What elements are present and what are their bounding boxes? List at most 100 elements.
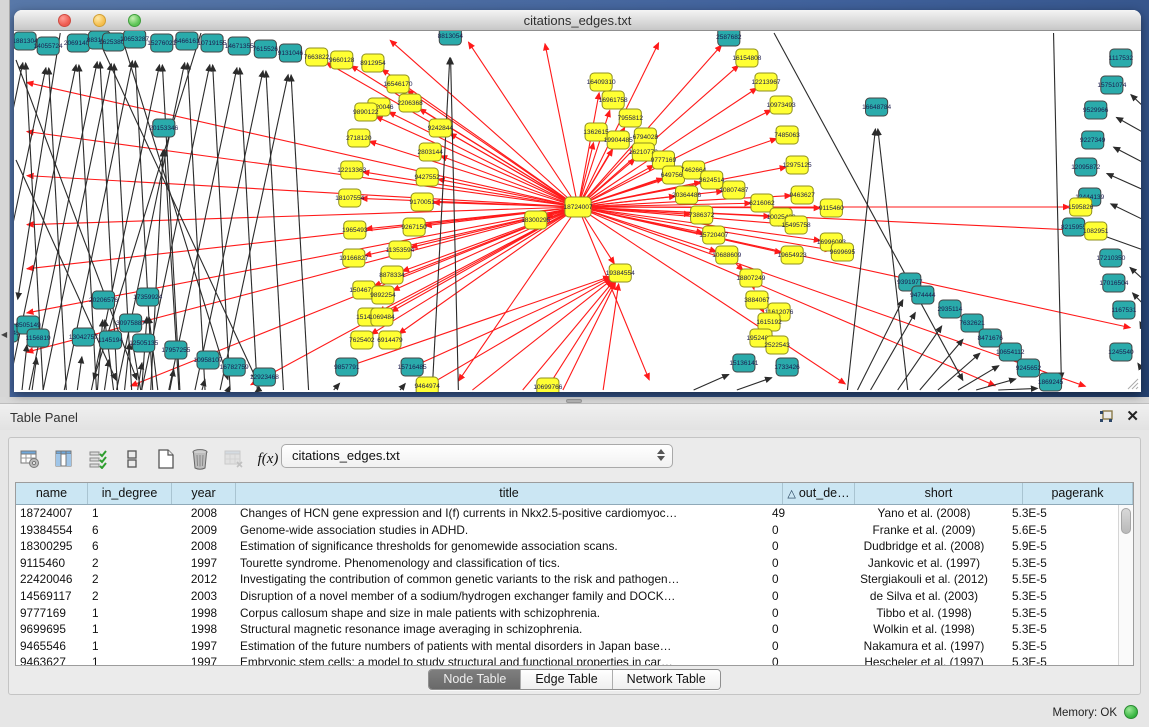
column-header-out_de[interactable]: △out_de… <box>783 483 855 504</box>
network-node[interactable]: 18724007 <box>564 197 593 217</box>
network-node[interactable]: 16961758 <box>599 91 628 109</box>
network-node[interactable]: 8912954 <box>360 54 386 72</box>
rows-icon[interactable] <box>121 448 143 470</box>
network-node[interactable]: 20206576 <box>89 291 118 309</box>
network-canvas[interactable]: 1881304140557242069140688310461625380410… <box>14 31 1141 392</box>
network-node[interactable]: 15136141 <box>729 354 758 372</box>
network-node[interactable]: 9699695 <box>830 243 856 261</box>
show-columns-icon[interactable] <box>53 448 75 470</box>
table-row[interactable]: 946362711997Embryonic stem cells: a mode… <box>16 654 1118 665</box>
resize-grip-icon[interactable] <box>1125 376 1139 390</box>
network-node[interactable]: 2935114 <box>938 300 963 318</box>
network-node[interactable]: 1082951 <box>1083 222 1109 240</box>
network-node[interactable]: 9529966 <box>1083 101 1109 119</box>
tab-edge-table[interactable]: Edge Table <box>521 670 612 689</box>
memory-status-indicator[interactable] <box>1124 705 1138 719</box>
network-node[interactable]: 9115460 <box>819 199 844 217</box>
network-node[interactable]: 8878334 <box>379 266 405 284</box>
network-node[interactable]: 7625402 <box>349 331 375 349</box>
network-node[interactable]: 1156819 <box>26 329 51 347</box>
network-node[interactable]: 1069484 <box>369 308 395 326</box>
network-node[interactable]: 10973493 <box>767 96 796 114</box>
network-node[interactable]: 15720407 <box>699 226 728 244</box>
network-node[interactable]: 6914479 <box>377 331 403 349</box>
network-node[interactable]: 19904485 <box>604 131 633 149</box>
network-node[interactable]: 15751074 <box>1097 76 1126 94</box>
network-node[interactable]: 9463627 <box>790 186 816 204</box>
network-node[interactable]: 7485063 <box>774 126 800 144</box>
network-node[interactable]: 1965493 <box>342 221 368 239</box>
network-node[interactable]: 15276021 <box>147 34 176 52</box>
network-node[interactable]: 12213967 <box>752 73 781 91</box>
network-node[interactable]: 1167531 <box>1111 301 1136 319</box>
table-row[interactable]: 1830029562008Estimation of significance … <box>16 538 1118 555</box>
table-settings-icon[interactable] <box>19 448 41 470</box>
network-node[interactable]: 7955812 <box>618 109 644 127</box>
network-node[interactable]: 2718120 <box>346 129 372 147</box>
network-node[interactable]: 2522543 <box>764 336 790 354</box>
network-node[interactable]: 9892254 <box>370 286 396 304</box>
network-node[interactable]: 1145194 <box>98 331 123 349</box>
network-node[interactable]: 12975125 <box>783 156 812 174</box>
network-node[interactable]: 19166827 <box>339 249 368 267</box>
network-node[interactable]: 3884067 <box>744 291 770 309</box>
network-node[interactable]: 9427552 <box>415 168 441 186</box>
network-node[interactable]: 9245652 <box>1016 359 1042 377</box>
network-node[interactable]: 12923468 <box>250 368 279 386</box>
collapse-panel-arrow-icon[interactable]: ◀ <box>1 330 7 339</box>
network-table-selector[interactable]: citations_edges.txt <box>281 444 673 468</box>
column-header-in_degree[interactable]: in_degree <box>88 483 172 504</box>
network-node[interactable]: 9857791 <box>334 358 360 376</box>
network-node[interactable]: 9464974 <box>415 377 441 392</box>
network-node[interactable]: 18300295 <box>521 211 550 229</box>
network-node[interactable]: 17359924 <box>133 288 162 306</box>
network-node[interactable]: 20153346 <box>149 119 178 137</box>
table-header-row[interactable]: namein_degreeyeartitle△out_de…shortpager… <box>16 483 1133 505</box>
network-node[interactable]: 1615192 <box>756 313 782 331</box>
network-node[interactable]: 1733426 <box>774 358 800 376</box>
network-node[interactable]: 14671355 <box>225 37 254 55</box>
network-node[interactable]: 9242844 <box>428 119 454 137</box>
network-node[interactable]: 1595826 <box>1068 198 1094 216</box>
network-node[interactable]: 10654112 <box>996 343 1025 361</box>
network-node[interactable]: 13042757 <box>69 328 98 346</box>
network-node[interactable]: 17016504 <box>1099 274 1128 292</box>
network-node[interactable]: 10719155 <box>198 34 227 52</box>
network-node[interactable]: 16154808 <box>732 49 761 67</box>
float-window-icon[interactable] <box>1099 410 1114 424</box>
row-select-icon[interactable] <box>87 448 109 470</box>
network-node[interactable]: 9474444 <box>910 286 936 304</box>
column-header-name[interactable]: name <box>16 483 88 504</box>
network-node[interactable]: 10958107 <box>194 351 223 369</box>
network-window-titlebar[interactable]: citations_edges.txt <box>14 10 1141 31</box>
network-node[interactable]: 12213363 <box>337 161 366 179</box>
table-rows[interactable]: 1872400712008Changes of HCN gene express… <box>16 505 1118 665</box>
network-node[interactable]: 8471676 <box>978 329 1004 347</box>
network-node[interactable]: 16546170 <box>384 75 413 93</box>
network-node[interactable]: 9267150 <box>401 218 427 236</box>
network-node[interactable]: 2803144 <box>418 143 444 161</box>
network-node[interactable]: 10688609 <box>712 246 741 264</box>
network-node[interactable]: 18107554 <box>335 189 364 207</box>
network-node[interactable]: 20364486 <box>672 186 701 204</box>
column-header-year[interactable]: year <box>172 483 236 504</box>
network-node[interactable]: 7663822 <box>304 48 330 66</box>
network-node[interactable]: 15495758 <box>782 216 811 234</box>
column-header-pagerank[interactable]: pagerank <box>1023 483 1133 504</box>
delete-rows-icon[interactable] <box>189 448 211 470</box>
network-node[interactable]: 10653287 <box>120 31 149 48</box>
network-node[interactable]: 9660128 <box>329 51 355 69</box>
table-row[interactable]: 1456911722003Disruption of a novel membe… <box>16 588 1118 605</box>
network-node[interactable]: 1117532 <box>1109 49 1134 67</box>
network-node[interactable]: 16782759 <box>220 358 249 376</box>
network-node[interactable]: 12505135 <box>129 334 158 352</box>
horizontal-splitter[interactable] <box>0 397 1149 404</box>
table-row[interactable]: 2242004622012Investigating the contribut… <box>16 571 1118 588</box>
table-row[interactable]: 911546021997Tourette syndrome. Phenomeno… <box>16 555 1118 572</box>
network-node[interactable]: 14055724 <box>34 37 63 55</box>
table-row[interactable]: 977716911998Corpus callosum shape and si… <box>16 605 1118 622</box>
tab-node-table[interactable]: Node Table <box>429 670 521 689</box>
column-header-title[interactable]: title <box>236 483 783 504</box>
network-node[interactable]: 9227349 <box>1080 131 1106 149</box>
network-node[interactable]: 1869245 <box>1038 373 1064 391</box>
